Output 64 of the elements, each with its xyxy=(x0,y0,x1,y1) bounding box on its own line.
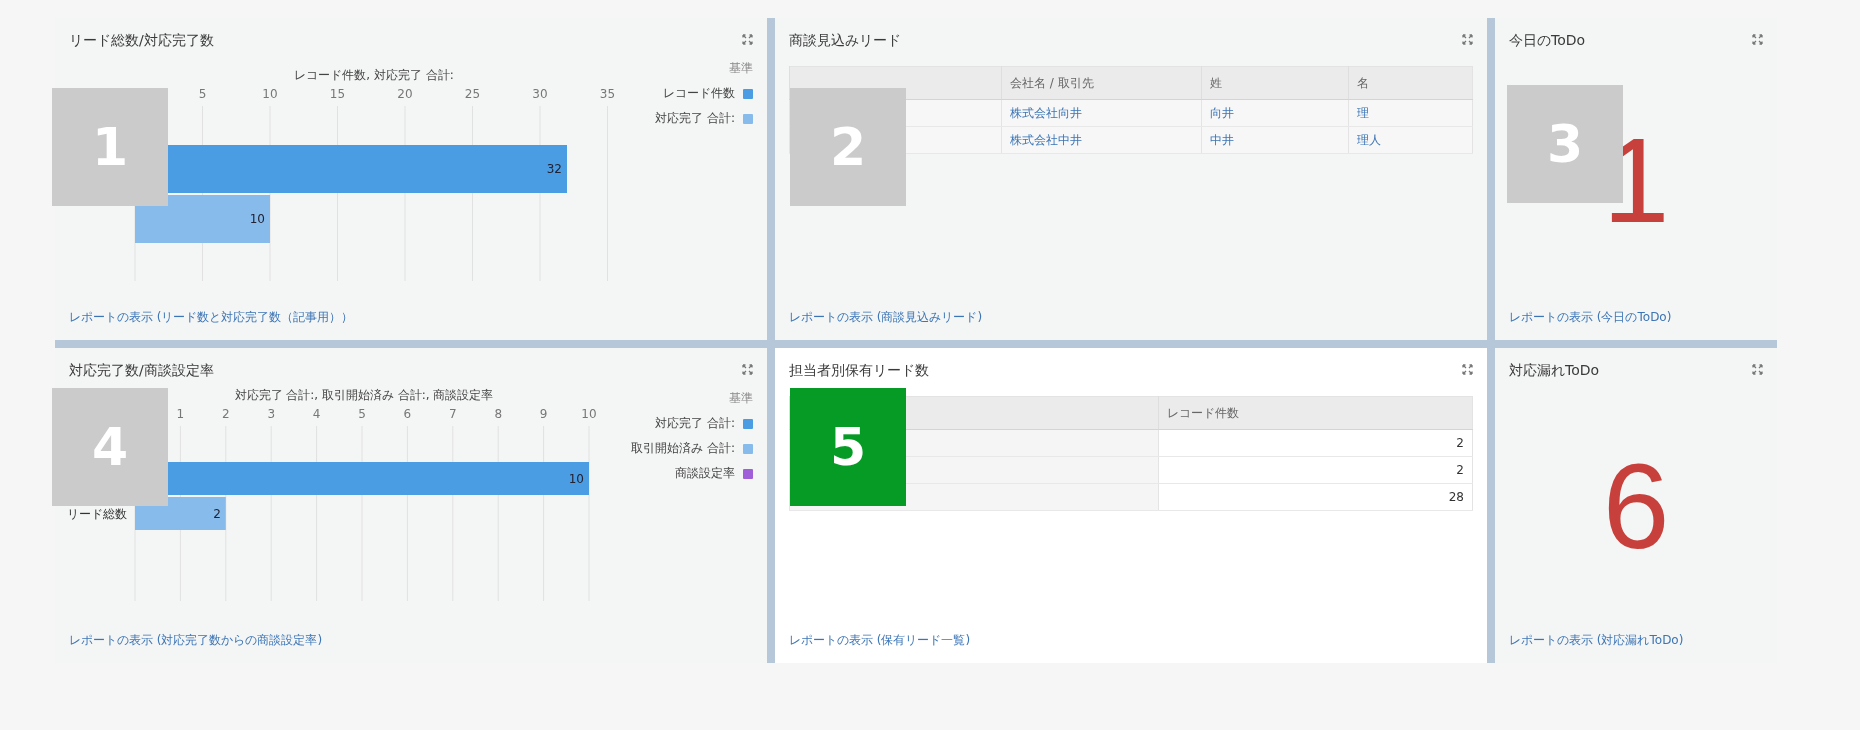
record-link[interactable]: 向井 xyxy=(1210,105,1234,120)
axis-tick-label: 5 xyxy=(358,407,366,421)
report-link[interactable]: レポートの表示 (保有リード一覧) xyxy=(775,632,985,663)
chart-title: レコード件数, 対応完了 合計: xyxy=(294,68,454,82)
record-link[interactable]: 理人 xyxy=(1357,132,1381,147)
legend-label: 取引開始済み 合計: xyxy=(631,440,735,457)
report-link[interactable]: レポートの表示 (今日のToDo) xyxy=(1495,309,1686,340)
number-badge: 5 xyxy=(790,388,906,506)
axis-tick-label: 15 xyxy=(329,87,346,101)
axis-tick-label: 3 xyxy=(267,407,275,421)
record-link[interactable]: 株式会社向井 xyxy=(1010,105,1082,120)
axis-tick-label: 30 xyxy=(532,87,548,101)
card-title: 担当者別保有リード数 xyxy=(789,362,929,380)
column-header: 姓 xyxy=(1201,66,1349,100)
data-label: 2 xyxy=(213,506,221,521)
legend-title: 基準 xyxy=(729,60,753,77)
axis-tick-label: 7 xyxy=(449,407,457,421)
table-cell: 2 xyxy=(1158,456,1473,484)
legend-label: レコード件数 xyxy=(663,85,735,102)
report-link[interactable]: レポートの表示 (商談見込みリード) xyxy=(775,309,997,340)
axis-tick-label: 1 xyxy=(176,407,185,421)
expand-icon[interactable] xyxy=(1752,34,1763,45)
axis-tick-label: 20 xyxy=(397,87,413,101)
legend-label: 対応完了 合計: xyxy=(655,110,735,127)
axis-tick-label: 10 xyxy=(581,407,597,421)
column-header: 名 xyxy=(1348,66,1473,100)
legend-title: 基準 xyxy=(729,390,753,407)
report-link[interactable]: レポートの表示 (リード数と対応完了数（記事用）） xyxy=(55,309,368,340)
axis-tick-label: 9 xyxy=(539,407,548,421)
metric-value: 6 xyxy=(1602,446,1670,566)
axis-tick-label: 8 xyxy=(494,407,502,421)
data-label: 10 xyxy=(568,471,584,486)
record-link[interactable]: 理 xyxy=(1357,105,1369,120)
chart-title: 対応完了 合計:, 取引開始済み 合計:, 商談設定率 xyxy=(234,388,494,402)
category-label: リード総数 xyxy=(67,506,127,521)
legend-label: 対応完了 合計: xyxy=(655,415,735,432)
report-link[interactable]: レポートの表示 (対応漏れToDo) xyxy=(1495,632,1698,663)
expand-icon[interactable] xyxy=(742,364,753,375)
column-header: 会社名 / 取引先 xyxy=(1001,66,1202,100)
legend-label: 商談設定率 xyxy=(675,465,735,482)
axis-tick-label: 5 xyxy=(198,87,207,101)
data-label: 32 xyxy=(546,162,562,176)
table-cell: 28 xyxy=(1158,483,1473,511)
axis-tick-label: 35 xyxy=(599,87,616,101)
axis-tick-label: 25 xyxy=(464,87,481,101)
data-label: 10 xyxy=(249,212,265,226)
card-title: 対応漏れToDo xyxy=(1509,362,1600,380)
column-header: レコード件数 xyxy=(1158,396,1473,430)
card-title: リード総数/対応完了数 xyxy=(69,32,214,50)
record-link[interactable]: 株式会社中井 xyxy=(1010,132,1082,147)
expand-icon[interactable] xyxy=(742,34,753,45)
table-cell: 2 xyxy=(1158,429,1473,457)
axis-tick-label: 6 xyxy=(403,407,412,421)
axis-tick-label: 10 xyxy=(262,87,278,101)
axis-tick-label: 4 xyxy=(312,407,321,421)
expand-icon[interactable] xyxy=(1752,364,1763,375)
card-title: 対応完了数/商談設定率 xyxy=(69,362,214,380)
record-link[interactable]: 中井 xyxy=(1210,132,1234,147)
report-link[interactable]: レポートの表示 (対応完了数からの商談設定率) xyxy=(55,632,337,663)
axis-tick-label: 2 xyxy=(222,407,230,421)
expand-icon[interactable] xyxy=(1462,364,1473,375)
card-title: 商談見込みリード xyxy=(789,32,901,50)
card-title: 今日のToDo xyxy=(1509,32,1586,50)
expand-icon[interactable] xyxy=(1462,34,1473,45)
